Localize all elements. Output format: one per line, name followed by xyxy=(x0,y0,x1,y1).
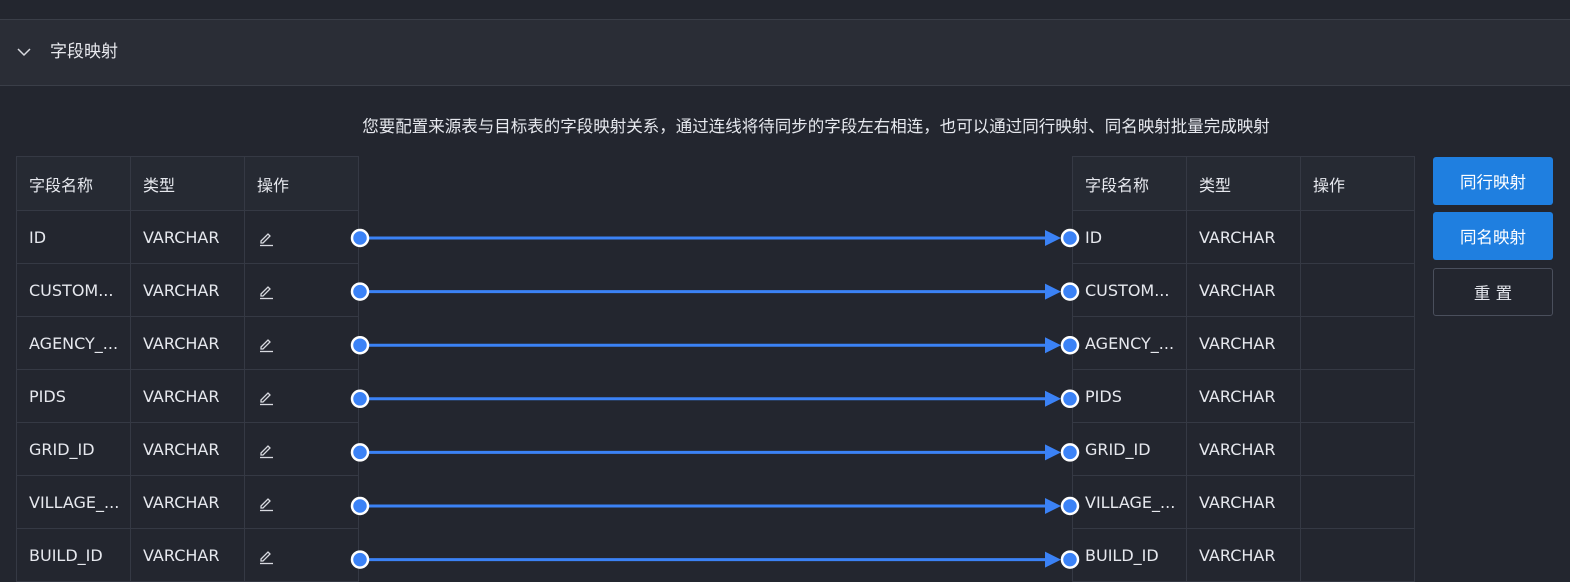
field-name-cell: PIDS xyxy=(16,369,131,423)
table-row: AGENCY_... VARCHAR xyxy=(1072,316,1415,370)
table-row: VILLAGE_... VARCHAR xyxy=(16,475,359,529)
field-action-cell xyxy=(244,210,359,264)
field-name-cell: ID xyxy=(1072,210,1187,264)
field-name-cell: VILLAGE_... xyxy=(16,475,131,529)
target-field-table: 字段名称 类型 操作 ID VARCHAR CUSTOM... VARCHAR AGEN… xyxy=(1072,156,1415,582)
field-name-cell: AGENCY_... xyxy=(1072,316,1187,370)
table-row: PIDS VARCHAR xyxy=(1072,369,1415,423)
field-type-cell: VARCHAR xyxy=(130,263,245,317)
chevron-down-icon[interactable] xyxy=(16,44,32,60)
column-header-type: 类型 xyxy=(1186,156,1301,211)
table-row: GRID_ID VARCHAR xyxy=(1072,422,1415,476)
field-type-cell: VARCHAR xyxy=(1186,528,1301,582)
field-name-cell: VILLAGE_... xyxy=(1072,475,1187,529)
field-name-cell: GRID_ID xyxy=(16,422,131,476)
field-action-cell xyxy=(244,263,359,317)
column-header-action: 操作 xyxy=(1300,156,1415,211)
section-title: 字段映射 xyxy=(50,42,118,62)
mapping-link[interactable] xyxy=(350,443,1080,462)
table-row: BUILD_ID VARCHAR xyxy=(16,528,359,582)
field-type-cell: VARCHAR xyxy=(1186,369,1301,423)
edit-icon[interactable] xyxy=(257,388,275,406)
field-action-cell xyxy=(1300,422,1415,476)
table-header-row: 字段名称 类型 操作 xyxy=(1072,156,1415,211)
mapping-link[interactable] xyxy=(350,496,1080,516)
field-type-cell: VARCHAR xyxy=(1186,263,1301,317)
mapping-link[interactable] xyxy=(350,228,1080,248)
mapping-link[interactable] xyxy=(350,389,1080,409)
field-name-cell: PIDS xyxy=(1072,369,1187,423)
column-header-action: 操作 xyxy=(244,156,359,211)
field-action-cell xyxy=(244,422,359,476)
edit-icon[interactable] xyxy=(257,547,275,565)
field-type-cell: VARCHAR xyxy=(1186,210,1301,264)
field-type-cell: VARCHAR xyxy=(130,422,245,476)
column-header-name: 字段名称 xyxy=(1072,156,1187,211)
table-row: VILLAGE_... VARCHAR xyxy=(1072,475,1415,529)
column-header-type: 类型 xyxy=(130,156,245,211)
field-name-cell: AGENCY_... xyxy=(16,316,131,370)
field-action-cell xyxy=(1300,369,1415,423)
field-type-cell: VARCHAR xyxy=(1186,316,1301,370)
field-type-cell: VARCHAR xyxy=(130,316,245,370)
field-action-cell xyxy=(1300,528,1415,582)
field-type-cell: VARCHAR xyxy=(130,528,245,582)
table-row: BUILD_ID VARCHAR xyxy=(1072,528,1415,582)
field-action-cell xyxy=(1300,475,1415,529)
name-mapping-button[interactable]: 同名映射 xyxy=(1433,212,1553,260)
field-mapping-section-header[interactable]: 字段映射 xyxy=(0,20,1570,86)
source-field-table: 字段名称 类型 操作 ID VARCHAR CUSTOM... VARCHAR AGEN… xyxy=(16,156,359,582)
edit-icon[interactable] xyxy=(257,282,275,300)
field-action-cell xyxy=(1300,263,1415,317)
table-row: GRID_ID VARCHAR xyxy=(16,422,359,476)
field-name-cell: BUILD_ID xyxy=(16,528,131,582)
field-type-cell: VARCHAR xyxy=(1186,422,1301,476)
edit-icon[interactable] xyxy=(257,335,275,353)
field-type-cell: VARCHAR xyxy=(130,369,245,423)
field-type-cell: VARCHAR xyxy=(130,475,245,529)
field-action-cell xyxy=(244,528,359,582)
mapping-hint: 您要配置来源表与目标表的字段映射关系，通过连线将待同步的字段左右相连，也可以通过… xyxy=(362,117,1270,136)
edit-icon[interactable] xyxy=(257,494,275,512)
edit-icon[interactable] xyxy=(257,229,275,247)
field-action-cell xyxy=(244,475,359,529)
field-type-cell: VARCHAR xyxy=(1186,475,1301,529)
field-action-cell xyxy=(244,316,359,370)
row-mapping-button[interactable]: 同行映射 xyxy=(1433,157,1553,205)
mapping-link[interactable] xyxy=(350,282,1080,301)
table-row: AGENCY_... VARCHAR xyxy=(16,316,359,370)
mapping-link[interactable] xyxy=(350,335,1080,355)
mapping-link[interactable] xyxy=(350,550,1080,569)
column-header-name: 字段名称 xyxy=(16,156,131,211)
reset-button[interactable]: 重 置 xyxy=(1433,268,1553,316)
field-name-cell: GRID_ID xyxy=(1072,422,1187,476)
field-type-cell: VARCHAR xyxy=(130,210,245,264)
table-row: PIDS VARCHAR xyxy=(16,369,359,423)
field-name-cell: BUILD_ID xyxy=(1072,528,1187,582)
edit-icon[interactable] xyxy=(257,441,275,459)
field-action-cell xyxy=(1300,210,1415,264)
top-strip xyxy=(0,0,1570,20)
field-name-cell: CUSTOM... xyxy=(16,263,131,317)
table-row: ID VARCHAR xyxy=(1072,210,1415,264)
table-row: ID VARCHAR xyxy=(16,210,359,264)
table-row: CUSTOM... VARCHAR xyxy=(1072,263,1415,317)
table-header-row: 字段名称 类型 操作 xyxy=(16,156,359,211)
field-name-cell: ID xyxy=(16,210,131,264)
field-action-cell xyxy=(1300,316,1415,370)
field-action-cell xyxy=(244,369,359,423)
table-row: CUSTOM... VARCHAR xyxy=(16,263,359,317)
field-name-cell: CUSTOM... xyxy=(1072,263,1187,317)
